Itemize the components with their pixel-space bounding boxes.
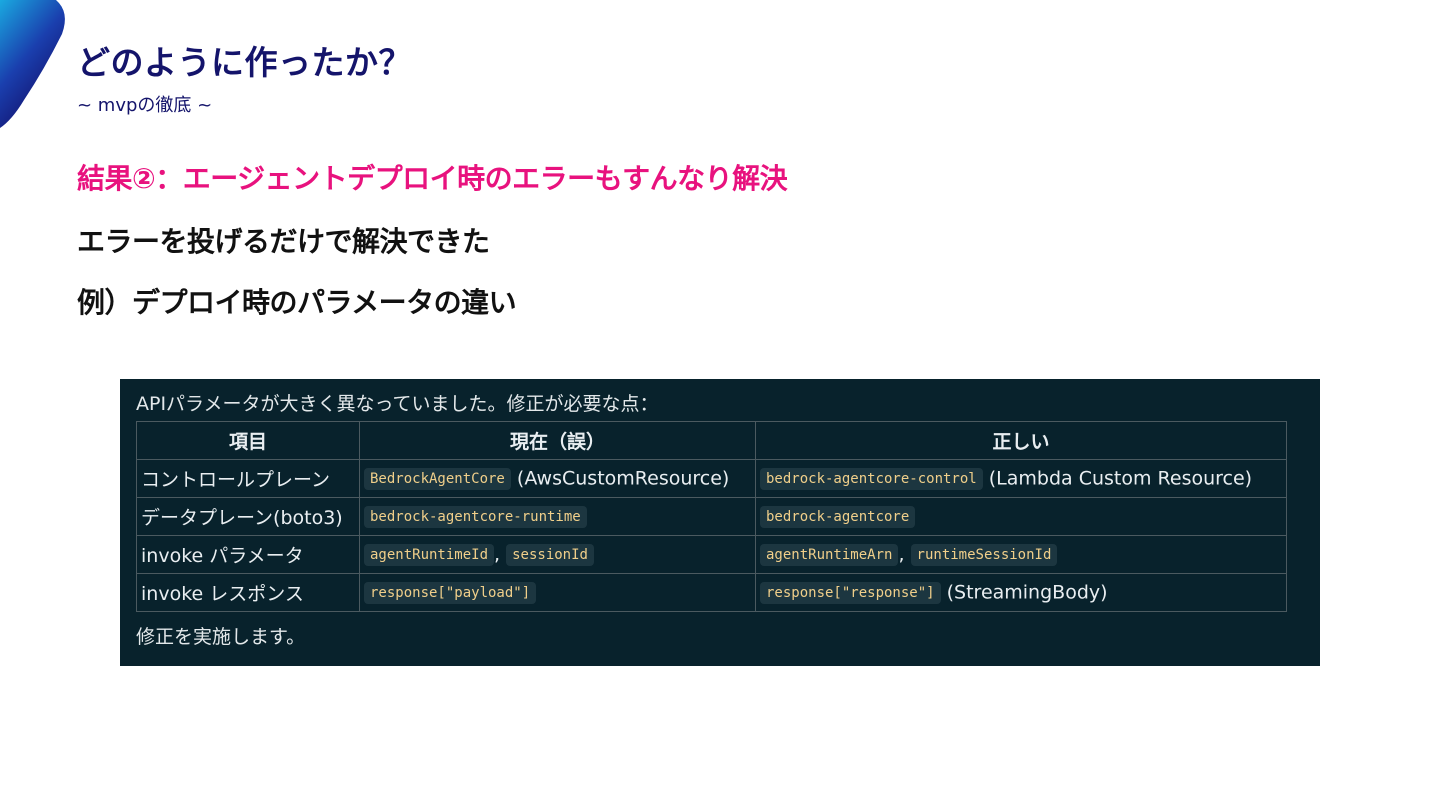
body-line-1: エラーを投げるだけで解決できた [77,225,490,258]
code-snippet: bedrock-agentcore-runtime [364,505,587,528]
header-item: 項目 [136,421,360,460]
code-snippet: bedrock-agentcore-control [760,467,983,490]
cell-item: invoke レスポンス [136,573,360,612]
cell-correct: bedrock-agentcore-control (Lambda Custom… [755,459,1287,498]
slide-title: どのように作ったか？ [77,43,412,82]
code-snippet: agentRuntimeId [364,543,495,566]
cell-current: agentRuntimeId, sessionId [359,535,756,574]
header-correct: 正しい [755,421,1287,460]
panel-outro-text: 修正を実施します。 [136,626,306,648]
table-row: コントロールプレーン BedrockAgentCore (AwsCustomRe… [136,459,1287,498]
cell-correct: response["response"] (StreamingBody) [755,573,1287,612]
separator: , [494,543,501,566]
cell-note: (StreamingBody) [946,581,1108,604]
code-snippet: bedrock-agentcore [760,505,916,528]
cell-correct: agentRuntimeArn, runtimeSessionId [755,535,1287,574]
cell-item: invoke パラメータ [136,535,360,574]
code-snippet: response["response"] [760,581,941,604]
table-header-row: 項目 現在（誤） 正しい [136,421,1287,460]
body-line-2: 例）デプロイ時のパラメータの違い [77,286,517,319]
table-row: invoke パラメータ agentRuntimeId, sessionId a… [136,535,1287,574]
cell-current: BedrockAgentCore (AwsCustomResource) [359,459,756,498]
code-snippet: agentRuntimeArn [760,543,899,566]
table-row: データプレーン(boto3) bedrock-agentcore-runtime… [136,497,1287,536]
cell-note: (Lambda Custom Resource) [988,467,1253,490]
code-snippet: BedrockAgentCore [364,467,511,490]
separator: , [898,543,905,566]
code-snippet: sessionId [506,543,594,566]
parameter-table: 項目 現在（誤） 正しい コントロールプレーン BedrockAgentCore… [136,421,1287,612]
result-heading: 結果②：エージェントデプロイ時のエラーもすんなり解決 [77,162,788,195]
cell-current: response["payload"] [359,573,756,612]
cell-item: データプレーン(boto3) [136,497,360,536]
screenshot-panel: APIパラメータが大きく異なっていました。修正が必要な点： 項目 現在（誤） 正… [120,379,1320,666]
code-snippet: response["payload"] [364,581,537,604]
header-current: 現在（誤） [359,421,756,460]
slide-subtitle: ~ mvpの徹底 ~ [77,95,213,116]
brand-corner-shape [0,0,65,128]
cell-correct: bedrock-agentcore [755,497,1287,536]
cell-current: bedrock-agentcore-runtime [359,497,756,536]
cell-item: コントロールプレーン [136,459,360,498]
cell-note: (AwsCustomResource) [516,467,730,490]
table-row: invoke レスポンス response["payload"] respons… [136,573,1287,612]
panel-intro-text: APIパラメータが大きく異なっていました。修正が必要な点： [136,393,659,415]
code-snippet: runtimeSessionId [910,543,1058,566]
